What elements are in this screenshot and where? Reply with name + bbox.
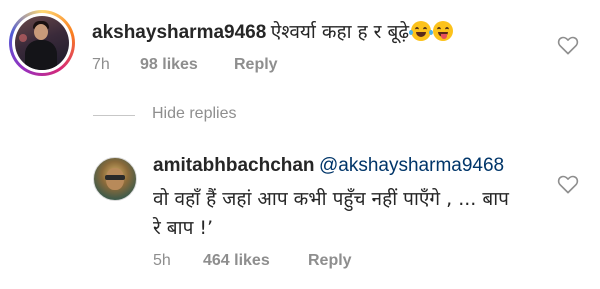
reply-header: amitabhbachchan @akshaysharma9468 bbox=[153, 155, 504, 177]
laughing-with-tears-emoji-icon bbox=[409, 21, 434, 41]
user-avatar-icon bbox=[15, 16, 69, 70]
hide-replies-button[interactable]: Hide replies bbox=[152, 105, 236, 123]
tongue-out-emoji-icon bbox=[433, 21, 454, 41]
reply-time: 5h bbox=[153, 252, 171, 269]
avatar[interactable] bbox=[9, 10, 75, 76]
comment-text: ऐश्वर्या कहा ह र बूढ़े bbox=[270, 21, 410, 43]
user-avatar-icon[interactable] bbox=[93, 157, 137, 201]
comment-line: akshaysharma9468 ऐश्वर्या कहा ह र बूढ़े bbox=[92, 18, 454, 44]
reply-reply-button[interactable]: Reply bbox=[308, 252, 352, 270]
comment-username[interactable]: akshaysharma9468 bbox=[92, 22, 266, 43]
comment-reply-button[interactable]: Reply bbox=[234, 56, 278, 74]
replies-divider bbox=[93, 115, 135, 116]
reply-likes[interactable]: 464 likes bbox=[203, 252, 270, 270]
reply-text-line-2: रे बाप !’ bbox=[153, 217, 214, 239]
heart-outline-icon[interactable] bbox=[557, 35, 579, 55]
reply-mention[interactable]: @akshaysharma9468 bbox=[319, 155, 504, 176]
comment-time: 7h bbox=[92, 56, 110, 73]
reply-username[interactable]: amitabhbachchan bbox=[153, 155, 315, 176]
heart-outline-icon[interactable] bbox=[557, 174, 579, 194]
reply-text-line-1: वो वहाँ हैं जहां आप कभी पहुँच नहीं पाएँग… bbox=[153, 188, 509, 210]
comment-likes[interactable]: 98 likes bbox=[140, 56, 198, 74]
